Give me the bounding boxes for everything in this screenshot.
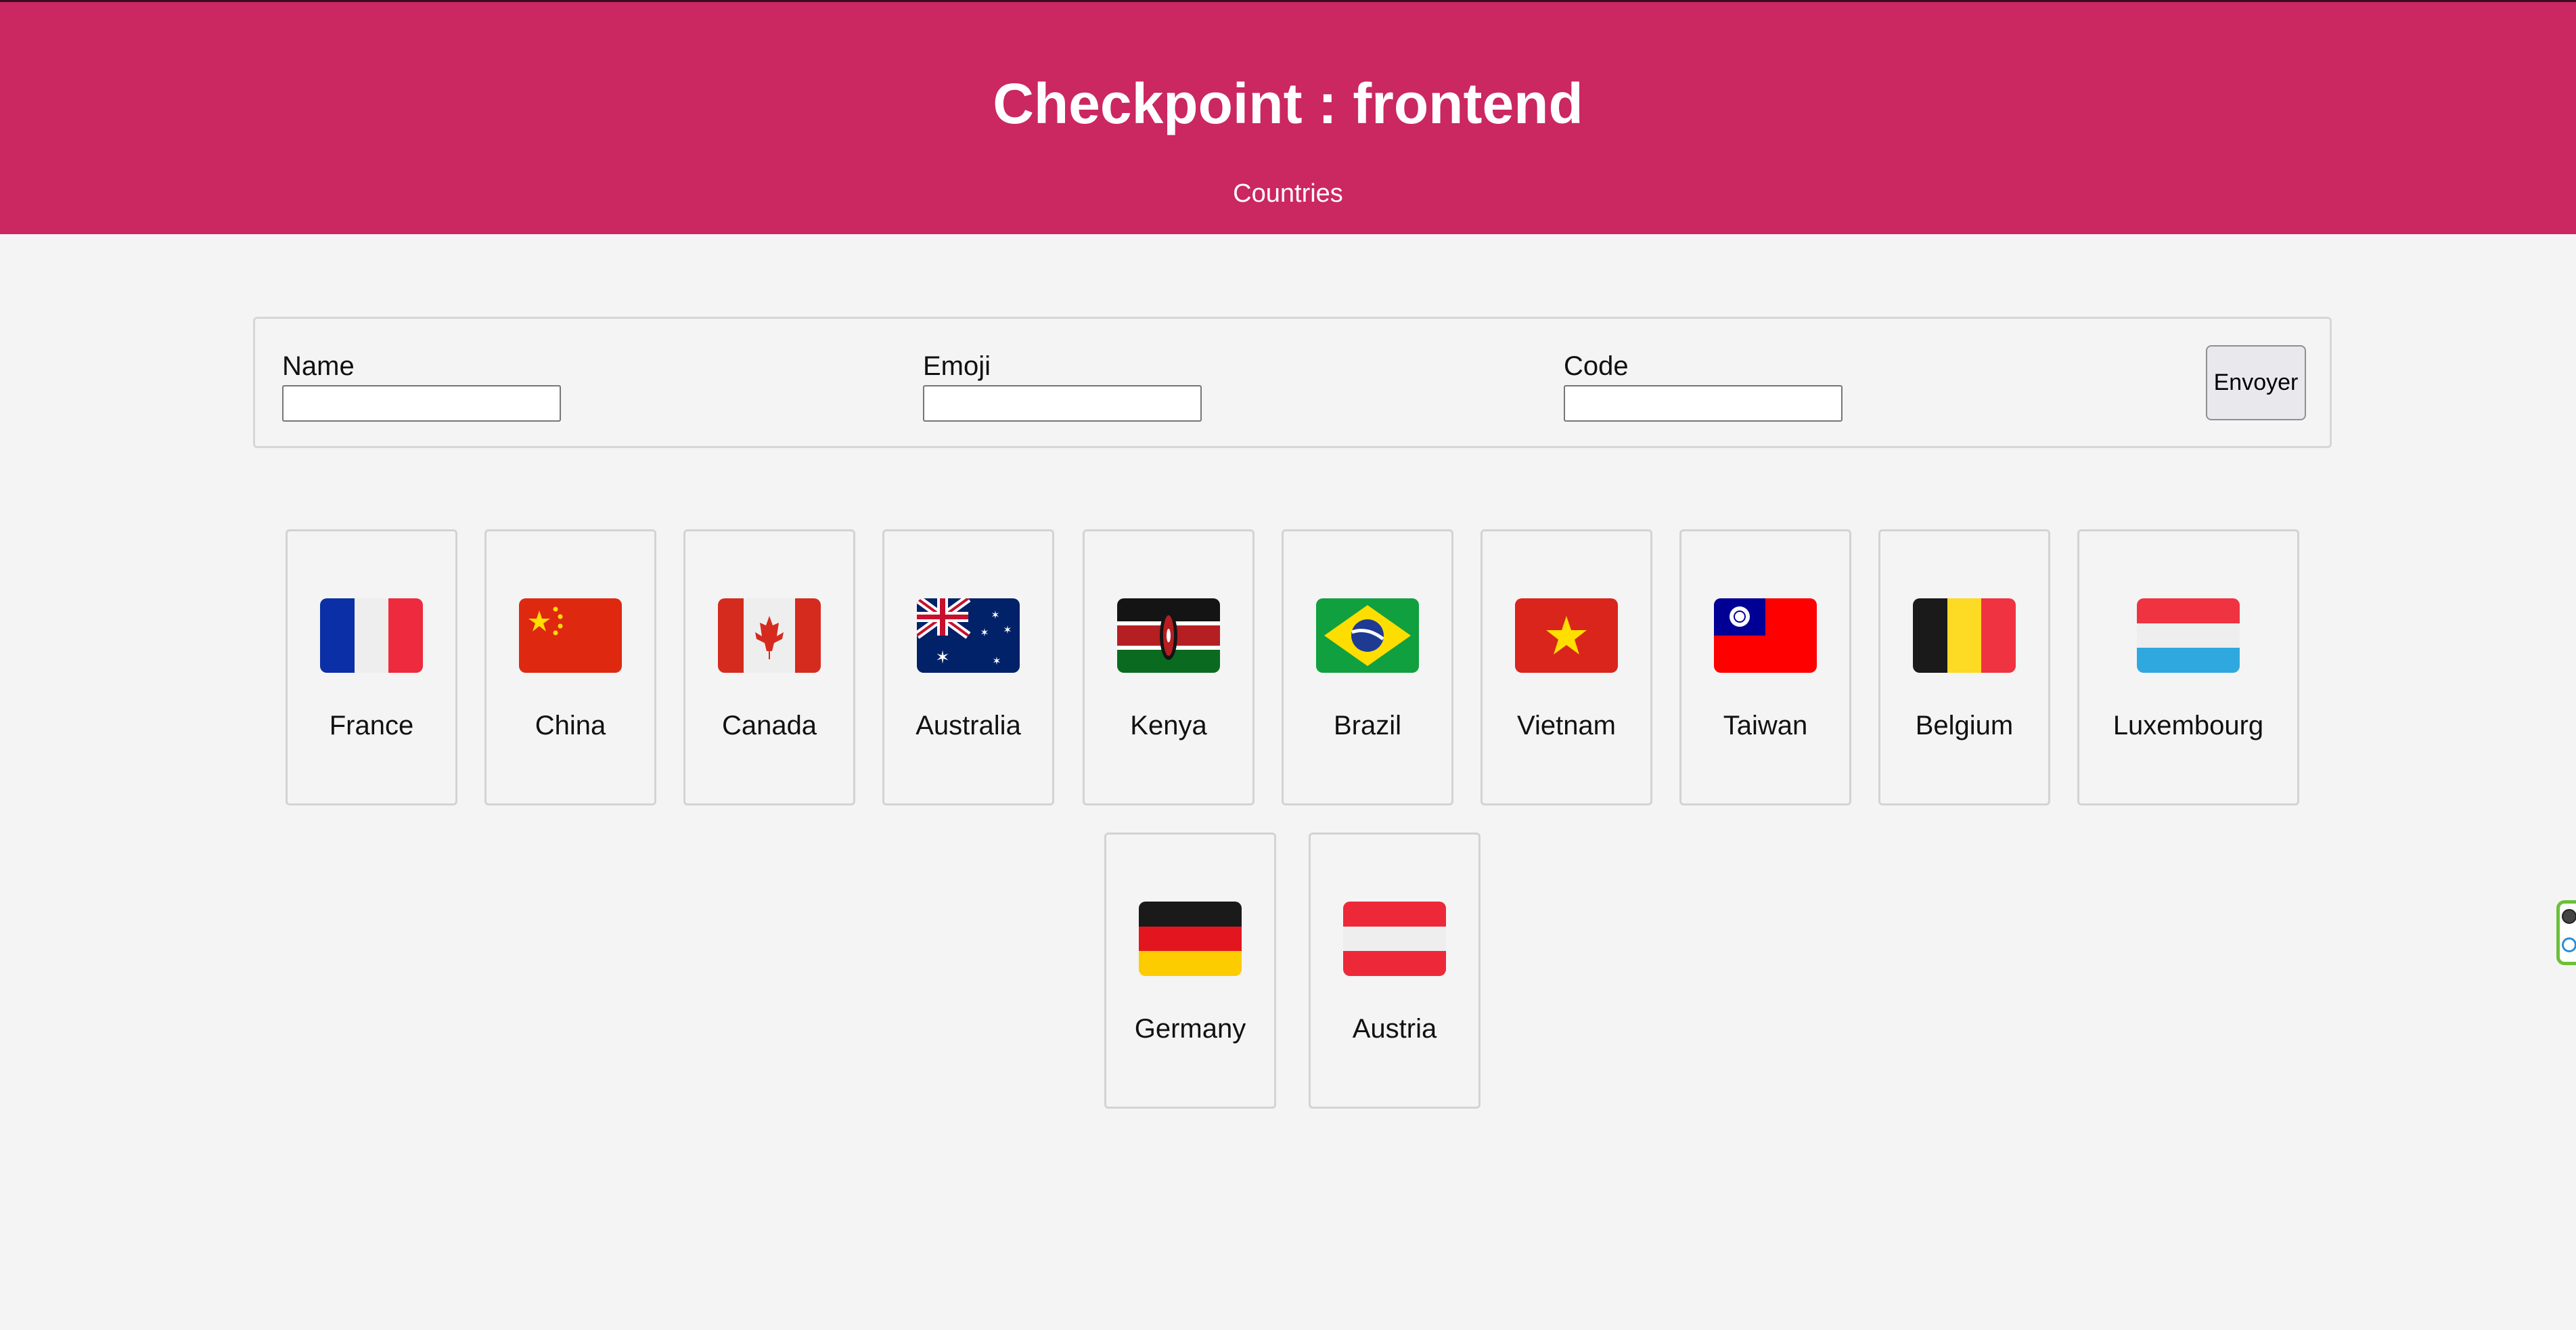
svg-text:✶: ✶ (980, 626, 989, 639)
name-label: Name (282, 351, 355, 381)
flag-brazil-icon (1316, 598, 1419, 673)
country-name: Germany (1134, 1014, 1246, 1044)
country-name: China (535, 711, 606, 740)
country-card-china[interactable]: China (484, 529, 656, 805)
country-card-france[interactable]: France (286, 529, 457, 805)
extension-widget[interactable] (2556, 900, 2576, 965)
country-card-luxembourg[interactable]: Luxembourg (2077, 529, 2299, 805)
close-icon[interactable] (2562, 909, 2576, 924)
name-field-group: Name (282, 350, 561, 422)
country-name: Kenya (1130, 711, 1207, 740)
country-name: Canada (721, 711, 817, 740)
flag-china-icon (519, 598, 622, 673)
add-country-form: Name Emoji Code Envoyer (253, 317, 2332, 448)
country-card-kenya[interactable]: Kenya (1083, 529, 1255, 805)
svg-text:✶: ✶ (935, 648, 950, 668)
country-card-vietnam[interactable]: Vietnam (1481, 529, 1652, 805)
emoji-input[interactable] (923, 385, 1202, 422)
country-name: Brazil (1333, 711, 1402, 740)
page-subtitle: Countries (1233, 179, 1343, 208)
flag-vietnam-icon (1515, 598, 1618, 673)
code-input[interactable] (1564, 385, 1843, 422)
name-input[interactable] (282, 385, 561, 422)
country-card-brazil[interactable]: Brazil (1282, 529, 1453, 805)
country-name: France (329, 711, 414, 740)
country-name: Belgium (1915, 711, 2014, 740)
flag-austria-icon (1343, 902, 1446, 976)
page-title: Checkpoint : frontend (993, 72, 1583, 135)
country-name: Taiwan (1723, 711, 1808, 740)
settings-icon[interactable] (2562, 937, 2576, 952)
country-card-australia[interactable]: ✶ ✶ ✶ ✶ ✶ Australia (882, 529, 1054, 805)
submit-button[interactable]: Envoyer (2206, 345, 2306, 420)
country-card-austria[interactable]: Austria (1309, 833, 1481, 1109)
svg-text:✶: ✶ (991, 608, 999, 621)
emoji-field-group: Emoji (923, 350, 1202, 422)
code-field-group: Code (1564, 350, 1843, 422)
flag-canada-icon (718, 598, 821, 673)
country-card-germany[interactable]: Germany (1104, 833, 1276, 1109)
country-name: Vietnam (1516, 711, 1616, 740)
code-label: Code (1564, 351, 1629, 381)
flag-germany-icon (1139, 902, 1242, 976)
country-card-canada[interactable]: Canada (683, 529, 855, 805)
flag-kenya-icon (1117, 598, 1220, 673)
country-name: Australia (916, 711, 1021, 740)
flag-taiwan-icon (1714, 598, 1817, 673)
flag-belgium-icon (1913, 598, 2016, 673)
country-name: Austria (1352, 1014, 1437, 1044)
country-name: Luxembourg (2112, 711, 2264, 740)
flag-australia-icon: ✶ ✶ ✶ ✶ ✶ (917, 598, 1020, 673)
country-card-belgium[interactable]: Belgium (1878, 529, 2050, 805)
country-card-taiwan[interactable]: Taiwan (1679, 529, 1851, 805)
flag-luxembourg-icon (2137, 598, 2240, 673)
emoji-label: Emoji (923, 351, 991, 381)
page-header: Checkpoint : frontend Countries (0, 0, 2576, 234)
svg-text:✶: ✶ (992, 655, 1001, 667)
svg-text:✶: ✶ (1003, 623, 1012, 636)
flag-france-icon (320, 598, 423, 673)
